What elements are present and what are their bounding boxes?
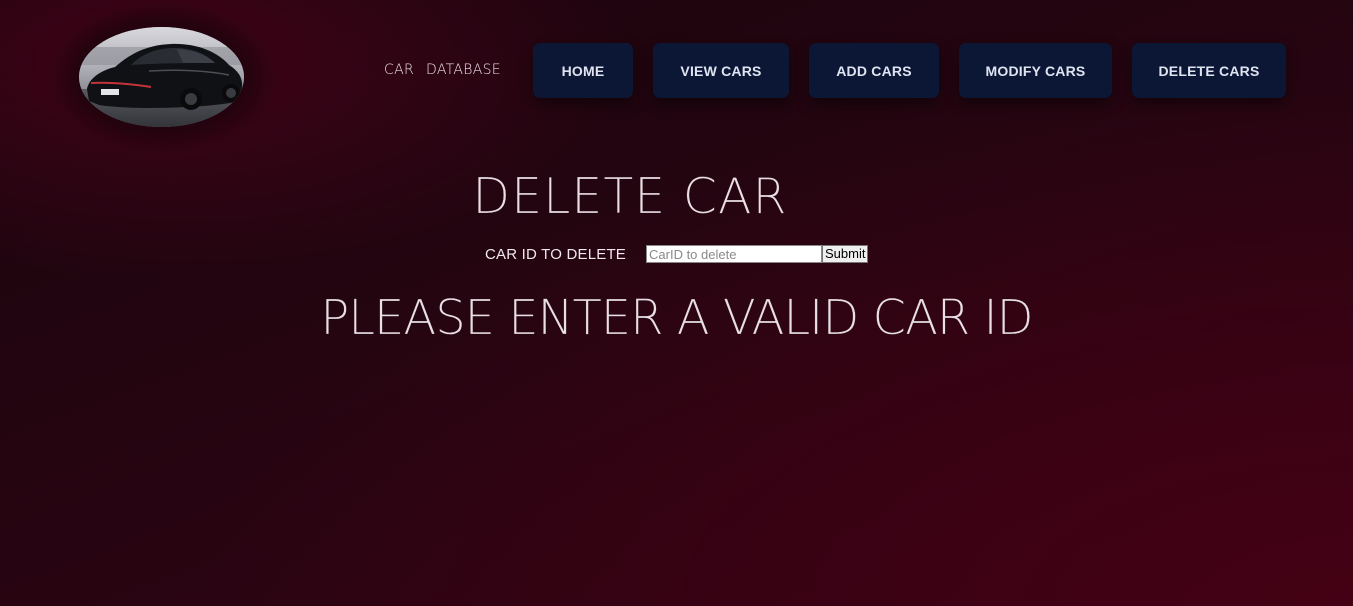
page-title: DELETE CAR bbox=[472, 168, 788, 225]
nav-delete-cars-button[interactable]: DELETE CARS bbox=[1132, 43, 1286, 98]
car-logo[interactable] bbox=[79, 27, 244, 127]
nav-modify-cars-button[interactable]: MODIFY CARS bbox=[959, 43, 1112, 98]
nav-home-button[interactable]: HOME bbox=[533, 43, 633, 98]
car-id-label: CAR ID TO DELETE bbox=[485, 245, 627, 263]
nav-add-cars-button[interactable]: ADD CARS bbox=[809, 43, 939, 98]
submit-button[interactable]: Submit bbox=[822, 245, 869, 263]
validation-message: PLEASE ENTER A VALID CAR ID bbox=[320, 290, 1033, 346]
site-brand: CAR DATABASE bbox=[384, 62, 501, 78]
car-id-input[interactable] bbox=[646, 245, 823, 263]
brand-word-database: DATABASE bbox=[425, 62, 501, 78]
brand-word-car: CAR bbox=[384, 62, 414, 78]
nav-view-cars-button[interactable]: VIEW CARS bbox=[653, 43, 789, 98]
car-logo-image bbox=[79, 27, 244, 127]
delete-car-form: CAR ID TO DELETE Submit bbox=[485, 245, 869, 263]
